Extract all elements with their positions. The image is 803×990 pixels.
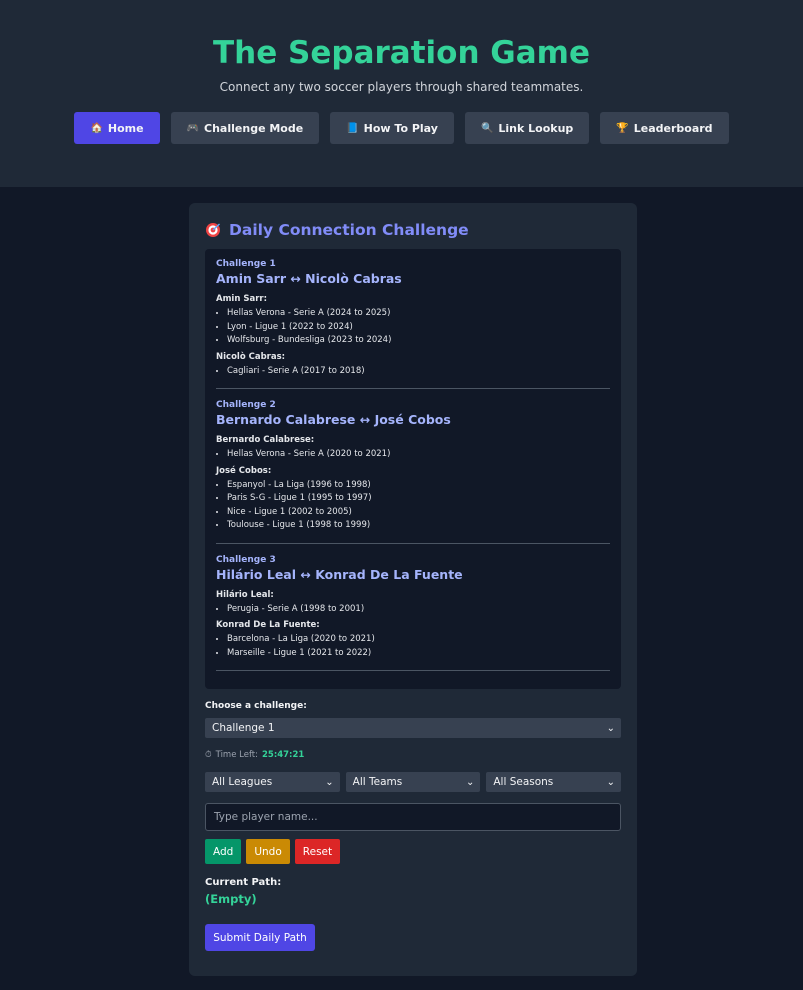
- card-heading: Daily Connection Challenge: [205, 221, 621, 239]
- nav-link-lookup-label: Link Lookup: [498, 121, 574, 135]
- filter-row: All Leagues ⌄ All Teams ⌄ All Seasons ⌄: [205, 772, 622, 792]
- player-name: Amin Sarr:: [216, 294, 267, 304]
- player-name: Bernardo Calabrese:: [216, 435, 315, 445]
- page-subtitle: Connect any two soccer players through s…: [219, 80, 584, 94]
- nav-how-to-play-button[interactable]: 📘 How To Play: [330, 112, 454, 144]
- challenge-select[interactable]: Challenge 1 ⌄: [205, 718, 621, 738]
- daily-challenge-card: Daily Connection Challenge Challenge 1 A…: [189, 203, 637, 976]
- club-item: Barcelona - La Liga (2020 to 2021): [227, 633, 610, 647]
- home-icon: 🏠: [90, 122, 103, 134]
- player-name-placeholder: Type player name...: [214, 811, 318, 823]
- club-item: Marseille - Ligue 1 (2021 to 2022): [227, 647, 610, 661]
- club-list: Hellas Verona - Serie A (2020 to 2021): [216, 448, 610, 462]
- club-list: Espanyol - La Liga (1996 to 1998) Paris …: [216, 479, 610, 533]
- gamepad-icon: 🎮: [186, 122, 200, 134]
- stopwatch-icon: ⏱: [205, 750, 212, 760]
- book-icon: 📘: [346, 122, 359, 134]
- chevron-down-icon: ⌄: [325, 776, 334, 788]
- challenge-title: Amin Sarr ↔ Nicolò Cabras: [216, 271, 402, 286]
- action-buttons: Add Undo Reset: [205, 839, 621, 864]
- trophy-icon: 🏆: [616, 122, 629, 134]
- chevron-down-icon: ⌄: [465, 776, 475, 788]
- chevron-down-icon: ⌄: [606, 776, 616, 788]
- main-nav: 🏠 Home 🎮 Challenge Mode 📘 How To Play 🔍 …: [0, 112, 803, 144]
- team-filter-select[interactable]: All Teams ⌄: [345, 772, 481, 792]
- club-list: Barcelona - La Liga (2020 to 2021) Marse…: [216, 633, 610, 660]
- nav-leaderboard-label: Leaderboard: [633, 121, 713, 135]
- club-item: Hellas Verona - Serie A (2024 to 2025): [227, 307, 610, 321]
- club-item: Toulouse - Ligue 1 (1998 to 1999): [227, 519, 610, 533]
- club-list: Cagliari - Serie A (2017 to 2018): [216, 365, 610, 379]
- club-item: Wolfsburg - Bundesliga (2023 to 2024): [227, 334, 610, 348]
- club-item: Lyon - Ligue 1 (2022 to 2024): [227, 321, 610, 335]
- nav-challenge-mode-label: Challenge Mode: [204, 121, 304, 135]
- nav-link-lookup-button[interactable]: 🔍 Link Lookup: [464, 112, 590, 144]
- challenge-label: Challenge 2: [216, 400, 276, 410]
- magnifier-icon: 🔍: [480, 122, 494, 134]
- challenge-item: Challenge 1 Amin Sarr ↔ Nicolò Cabras Am…: [216, 259, 610, 389]
- club-item: Nice - Ligue 1 (2002 to 2005): [227, 506, 610, 520]
- card-title: Daily Connection Challenge: [229, 221, 469, 239]
- target-icon: [206, 223, 220, 237]
- timer: ⏱ Time Left: 25:47:21: [205, 750, 621, 760]
- nav-how-to-play-label: How To Play: [363, 121, 438, 135]
- nav-home-label: Home: [107, 121, 144, 135]
- undo-button[interactable]: Undo: [246, 839, 290, 864]
- club-item: Cagliari - Serie A (2017 to 2018): [227, 365, 610, 379]
- team-filter-value: All Teams: [352, 776, 403, 788]
- season-filter-value: All Seasons: [493, 776, 554, 788]
- club-item: Espanyol - La Liga (1996 to 1998): [227, 479, 610, 493]
- submit-daily-path-button[interactable]: Submit Daily Path: [205, 924, 315, 951]
- add-button[interactable]: Add: [205, 839, 242, 864]
- timer-value: 25:47:21: [262, 750, 305, 760]
- chevron-down-icon: ⌄: [606, 722, 615, 734]
- header: The Separation Game Connect any two socc…: [0, 0, 803, 187]
- challenge-select-value: Challenge 1: [212, 722, 275, 734]
- choose-challenge-label: Choose a challenge:: [205, 701, 307, 711]
- club-item: Hellas Verona - Serie A (2020 to 2021): [227, 448, 610, 462]
- player-name-input[interactable]: Type player name...: [205, 803, 621, 831]
- timer-label: Time Left:: [215, 750, 258, 760]
- league-filter-value: All Leagues: [212, 776, 273, 788]
- challenge-title: Hilário Leal ↔ Konrad De La Fuente: [216, 566, 463, 582]
- nav-challenge-mode-button[interactable]: 🎮 Challenge Mode: [170, 112, 320, 144]
- page-title: The Separation Game: [213, 35, 590, 71]
- nav-home-button[interactable]: 🏠 Home: [74, 112, 160, 144]
- club-list: Hellas Verona - Serie A (2024 to 2025) L…: [216, 307, 610, 348]
- player-name: Nicolò Cabras:: [216, 351, 286, 362]
- challenge-list: Challenge 1 Amin Sarr ↔ Nicolò Cabras Am…: [205, 249, 621, 689]
- reset-button[interactable]: Reset: [294, 839, 341, 864]
- challenge-label: Challenge 1: [216, 259, 276, 269]
- challenge-title: Bernardo Calabrese ↔ José Cobos: [216, 412, 451, 427]
- challenge-item: Challenge 2 Bernardo Calabrese ↔ José Co…: [216, 400, 610, 544]
- club-list: Perugia - Serie A (1998 to 2001): [216, 603, 610, 617]
- challenge-label: Challenge 3: [216, 554, 276, 565]
- current-path-value: (Empty): [205, 892, 257, 906]
- league-filter-select[interactable]: All Leagues ⌄: [205, 772, 340, 792]
- player-name: José Cobos:: [216, 465, 272, 476]
- current-path-label: Current Path:: [205, 877, 282, 888]
- player-name: Konrad De La Fuente:: [216, 620, 320, 630]
- club-item: Perugia - Serie A (1998 to 2001): [227, 603, 610, 617]
- player-name: Hilário Leal:: [216, 589, 274, 600]
- season-filter-select[interactable]: All Seasons ⌄: [486, 772, 622, 792]
- club-item: Paris S-G - Ligue 1 (1995 to 1997): [227, 492, 610, 506]
- nav-leaderboard-button[interactable]: 🏆 Leaderboard: [600, 112, 729, 144]
- challenge-item: Challenge 3 Hilário Leal ↔ Konrad De La …: [216, 554, 610, 671]
